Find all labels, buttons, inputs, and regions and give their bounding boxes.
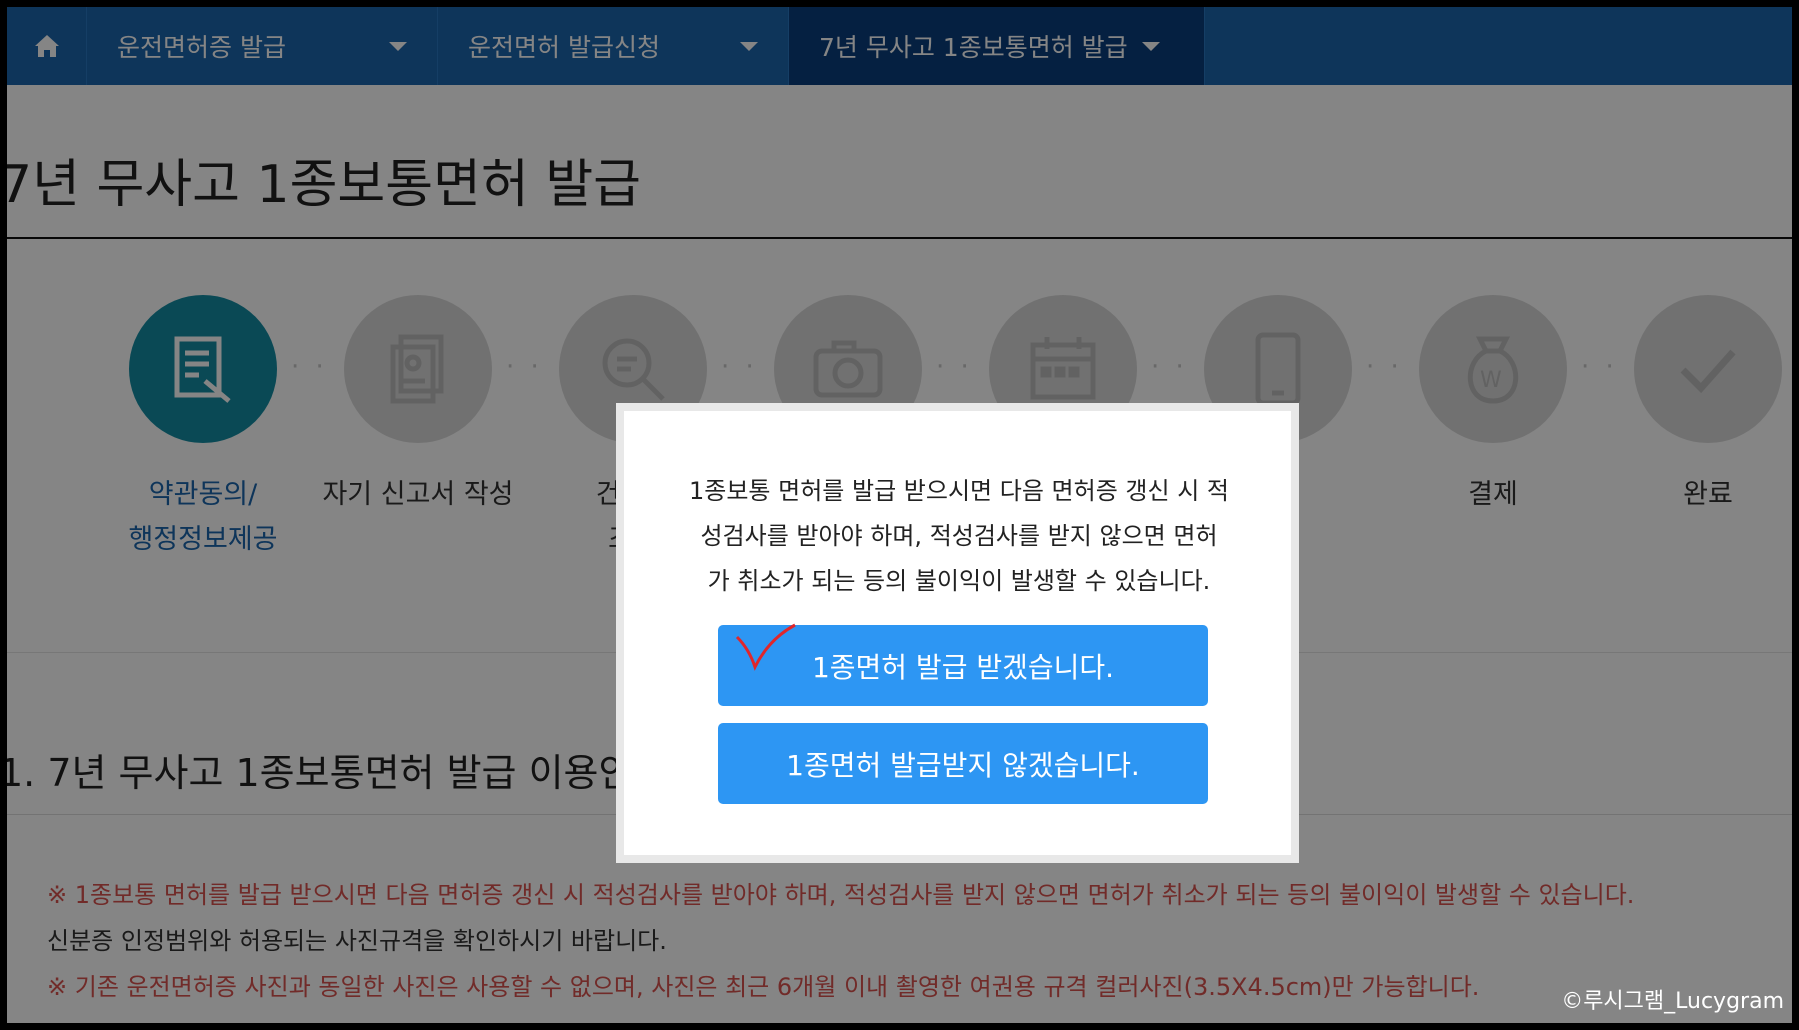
confirm-issue-button[interactable]: 1종면허 발급 받겠습니다.: [718, 623, 1208, 706]
watermark: ©루시그램_Lucygram: [1561, 989, 1784, 1014]
browser-page: 운전면허증 발급 운전면허 발급신청 7년 무사고 1종보통면허 발급 7년 무…: [7, 7, 1792, 1023]
confirm-dialog: 1종보통 면허를 발급 받으시면 다음 면허증 갱신 시 적 성검사를 받아야 …: [616, 403, 1299, 863]
dialog-message: 1종보통 면허를 발급 받으시면 다음 면허증 갱신 시 적 성검사를 받아야 …: [689, 477, 1229, 595]
decline-issue-button[interactable]: 1종면허 발급받지 않겠습니다.: [718, 723, 1208, 804]
red-checkmark-annotation-icon: [735, 623, 796, 671]
